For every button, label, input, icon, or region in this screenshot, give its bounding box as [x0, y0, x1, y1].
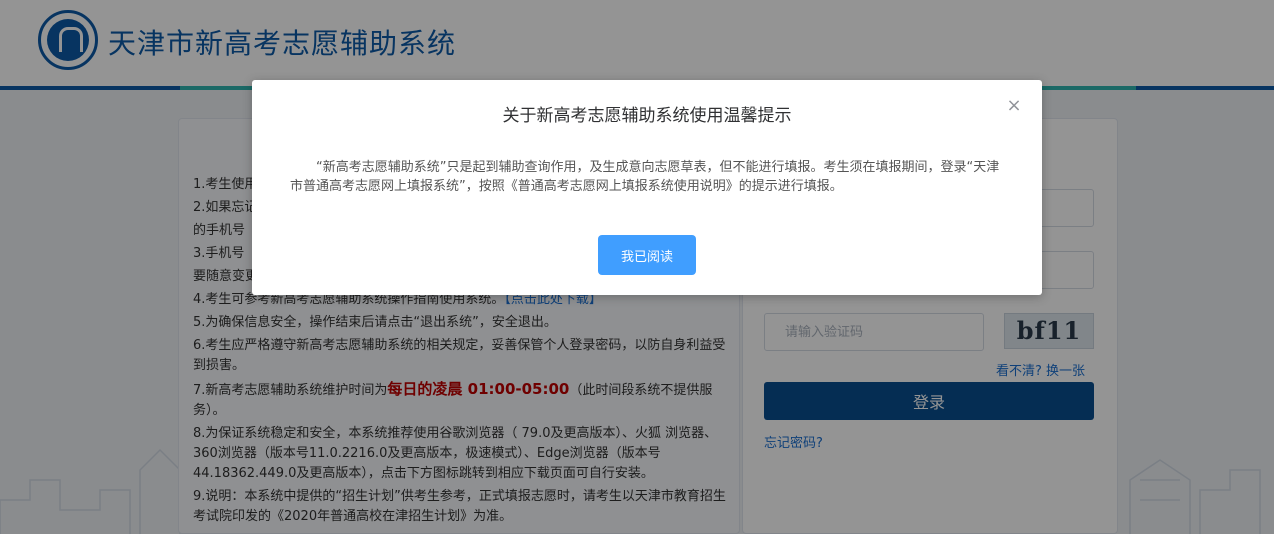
close-icon[interactable]: × [1004, 96, 1024, 116]
modal-title: 关于新高考志愿辅助系统使用温馨提示 [502, 106, 792, 126]
modal-body: “新高考志愿辅助系统”只是起到辅助查询作用，及生成意向志愿草表，但不能进行填报。… [290, 160, 1000, 194]
notice-modal: 关于新高考志愿辅助系统使用温馨提示 × “新高考志愿辅助系统”只是起到辅助查询作… [252, 80, 1042, 295]
have-read-button[interactable]: 我已阅读 [598, 235, 696, 275]
